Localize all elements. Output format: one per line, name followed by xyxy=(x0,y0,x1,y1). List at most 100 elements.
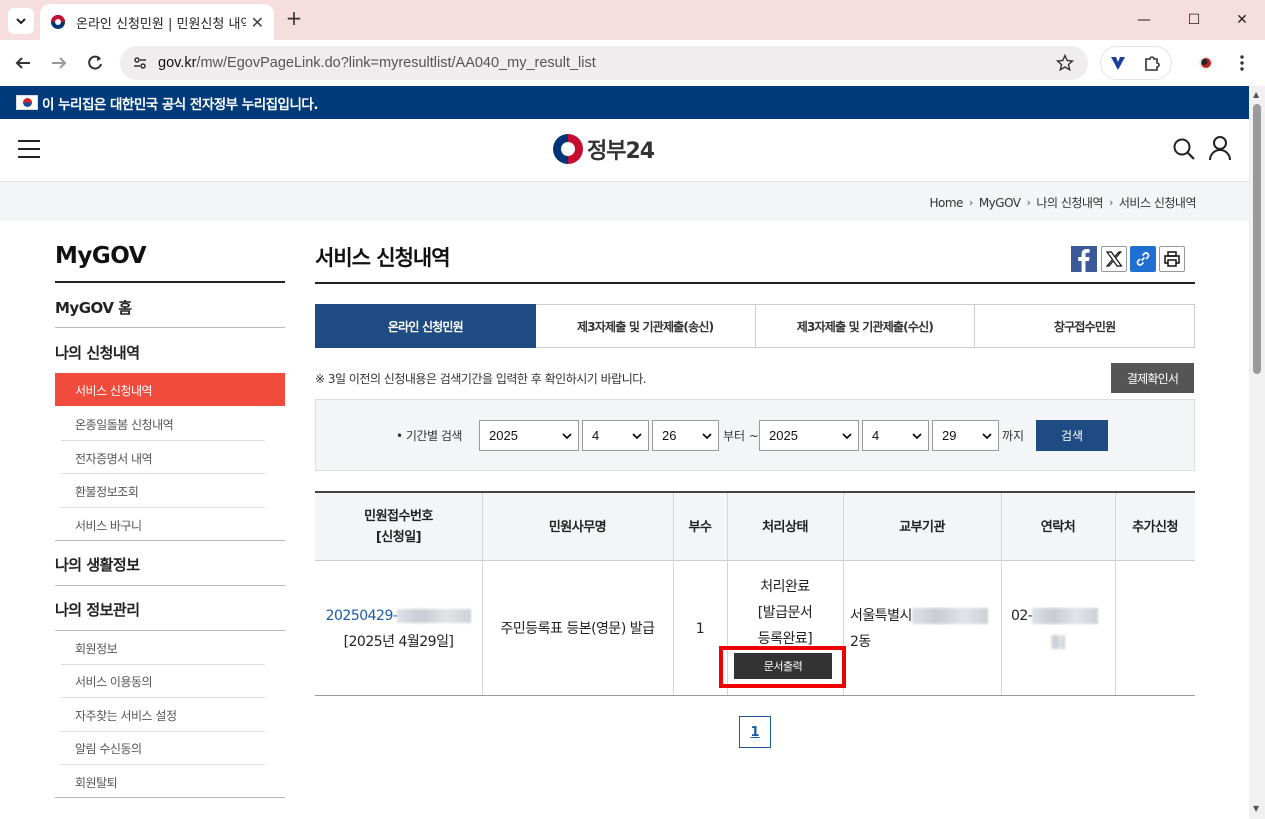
cell-contact: 02- xyxy=(1001,562,1115,696)
korea-flag-icon xyxy=(16,95,38,110)
bookmark-star-icon[interactable] xyxy=(1056,54,1074,72)
breadcrumb-current[interactable]: 서비스 신청내역 xyxy=(1119,194,1197,211)
maximize-icon[interactable]: ☐ xyxy=(1171,6,1217,34)
sidebar-item-notification-consent[interactable]: 알림 수신동의 xyxy=(75,740,142,757)
agency-suffix: 2동 xyxy=(850,634,871,650)
chevron-right-icon: › xyxy=(1026,196,1031,209)
sidebar-item-member-info[interactable]: 회원정보 xyxy=(75,640,118,657)
new-tab-icon[interactable]: + xyxy=(283,8,305,30)
url-path: /mw/EgovPageLink.do?link=myresultlist/AA… xyxy=(196,55,596,71)
from-month-value: 4 xyxy=(592,428,600,443)
gov-banner-text: 이 누리집은 대한민국 공식 전자정부 누리집입니다. xyxy=(42,96,318,113)
tab-online-requests[interactable]: 온라인 신청민원 xyxy=(315,304,536,348)
sidebar-item-care-requests[interactable]: 온종일돌봄 신청내역 xyxy=(75,416,174,433)
puzzle-extensions-icon[interactable] xyxy=(1143,54,1161,72)
forward-icon[interactable] xyxy=(44,48,74,78)
status-line-2: [발급문서 xyxy=(757,605,813,621)
sidebar-item-life-info[interactable]: 나의 생활정보 xyxy=(55,554,285,575)
sidebar-item-mygov-home[interactable]: MyGOV 홈 xyxy=(55,297,285,318)
search-button[interactable]: 검색 xyxy=(1036,420,1108,451)
vpn-extension-icon[interactable] xyxy=(1109,54,1127,72)
scrollbar-thumb[interactable] xyxy=(1253,104,1261,374)
chevron-down-icon xyxy=(982,433,992,440)
sidebar-item-my-requests[interactable]: 나의 신청내역 xyxy=(55,342,285,363)
scroll-up-icon[interactable]: ▲ xyxy=(1253,90,1259,99)
x-twitter-icon[interactable] xyxy=(1101,246,1127,272)
divider xyxy=(55,327,285,328)
payment-receipt-button[interactable]: 결제확인서 xyxy=(1111,363,1194,393)
user-icon[interactable] xyxy=(1208,135,1232,161)
scroll-down-icon[interactable]: ▼ xyxy=(1253,804,1259,813)
search-icon[interactable] xyxy=(1172,137,1196,161)
breadcrumb-home[interactable]: Home xyxy=(929,196,963,210)
url-host: gov.kr xyxy=(158,55,197,71)
page-title: 서비스 신청내역 xyxy=(315,246,451,270)
divider xyxy=(61,440,265,441)
receipt-number-link[interactable]: 20250429- xyxy=(326,608,398,624)
to-month-select[interactable]: 4 xyxy=(862,420,929,451)
sidebar-item-e-certificates[interactable]: 전자증명서 내역 xyxy=(75,450,153,467)
divider xyxy=(61,473,265,474)
breadcrumb-mygov[interactable]: MyGOV xyxy=(979,196,1021,210)
sidebar-item-withdraw[interactable]: 회원탈퇴 xyxy=(75,774,118,791)
chevron-down-icon xyxy=(562,433,572,440)
hamburger-menu-icon[interactable] xyxy=(18,140,40,158)
chevron-down-icon xyxy=(632,433,642,440)
address-bar[interactable]: gov.kr/mw/EgovPageLink.do?link=myresultl… xyxy=(120,46,1088,80)
col-request-date-label: [신청일] xyxy=(375,530,422,545)
reload-icon[interactable] xyxy=(80,48,110,78)
cell-additional xyxy=(1115,562,1195,696)
logo-text: 정부24 xyxy=(587,139,655,164)
browser-tab[interactable]: 온라인 신청민원 | 민원신청 내역 ✕ xyxy=(40,4,274,40)
tab-third-party-received[interactable]: 제3자제출 및 기관제출(수신) xyxy=(755,304,976,348)
facebook-icon[interactable] xyxy=(1071,246,1097,272)
gov24-logo[interactable]: 정부24 xyxy=(553,133,655,165)
breadcrumb-my-requests[interactable]: 나의 신청내역 xyxy=(1036,194,1103,211)
tab-search-button[interactable] xyxy=(8,8,34,34)
from-year-value: 2025 xyxy=(489,428,518,443)
back-icon[interactable] xyxy=(8,48,38,78)
profile-avatar-icon[interactable] xyxy=(1198,55,1214,71)
col-contact: 연락처 xyxy=(1040,519,1076,535)
search-period-notice: ※ 3일 이전의 신청내용은 검색기간을 입력한 후 확인하시기 바랍니다. xyxy=(315,372,647,386)
sidebar-item-service-basket[interactable]: 서비스 바구니 xyxy=(75,517,142,534)
tab-counter-requests[interactable]: 창구접수민원 xyxy=(975,304,1195,348)
breadcrumb: Home › MyGOV › 나의 신청내역 › 서비스 신청내역 xyxy=(929,194,1196,211)
sidebar-item-service-requests[interactable]: 서비스 신청내역 xyxy=(55,373,285,406)
from-year-select[interactable]: 2025 xyxy=(479,420,579,451)
sidebar-item-service-consent[interactable]: 서비스 이용동의 xyxy=(75,673,153,690)
tab-close-icon[interactable]: ✕ xyxy=(251,13,264,32)
divider xyxy=(315,282,1195,284)
from-month-select[interactable]: 4 xyxy=(582,420,649,451)
from-suffix-text: 부터 ~ xyxy=(723,429,759,443)
browser-tabstrip: 온라인 신청민원 | 민원신청 내역 ✕ + — ☐ ✕ xyxy=(0,0,1265,40)
redacted-text xyxy=(1032,608,1099,624)
redacted-text xyxy=(911,608,988,624)
taegeuk-emblem-icon xyxy=(553,134,583,164)
to-year-select[interactable]: 2025 xyxy=(759,420,859,451)
minimize-icon[interactable]: — xyxy=(1121,6,1167,34)
close-window-icon[interactable]: ✕ xyxy=(1219,6,1265,34)
browser-menu-icon[interactable] xyxy=(1234,54,1250,72)
request-date: [2025년 4월29일] xyxy=(343,634,454,650)
page-content: 이 누리집은 대한민국 공식 전자정부 누리집입니다. 정부24 Home › … xyxy=(0,86,1249,819)
divider xyxy=(55,540,285,541)
redacted-text xyxy=(1051,635,1065,649)
from-day-select[interactable]: 26 xyxy=(652,420,719,451)
col-agency: 교부기관 xyxy=(899,519,945,535)
copy-link-icon[interactable] xyxy=(1130,246,1156,272)
page-scrollbar[interactable]: ▲ ▼ xyxy=(1249,86,1265,819)
sidebar-item-favorite-services[interactable]: 자주찾는 서비스 설정 xyxy=(75,707,177,724)
sidebar-item-info-management[interactable]: 나의 정보관리 xyxy=(55,599,285,620)
chevron-right-icon: › xyxy=(1108,196,1113,209)
sidebar-item-refund-info[interactable]: 환불정보조회 xyxy=(75,483,139,500)
site-header: 정부24 xyxy=(0,119,1249,181)
print-icon[interactable] xyxy=(1159,246,1185,272)
to-day-value: 29 xyxy=(942,428,957,443)
pagination-page-1[interactable]: 1 xyxy=(739,716,771,748)
site-info-icon[interactable] xyxy=(132,55,148,71)
tab-third-party-sent[interactable]: 제3자제출 및 기관제출(송신) xyxy=(535,304,756,348)
to-day-select[interactable]: 29 xyxy=(932,420,999,451)
chevron-right-icon: › xyxy=(968,196,973,209)
divider xyxy=(61,764,265,765)
